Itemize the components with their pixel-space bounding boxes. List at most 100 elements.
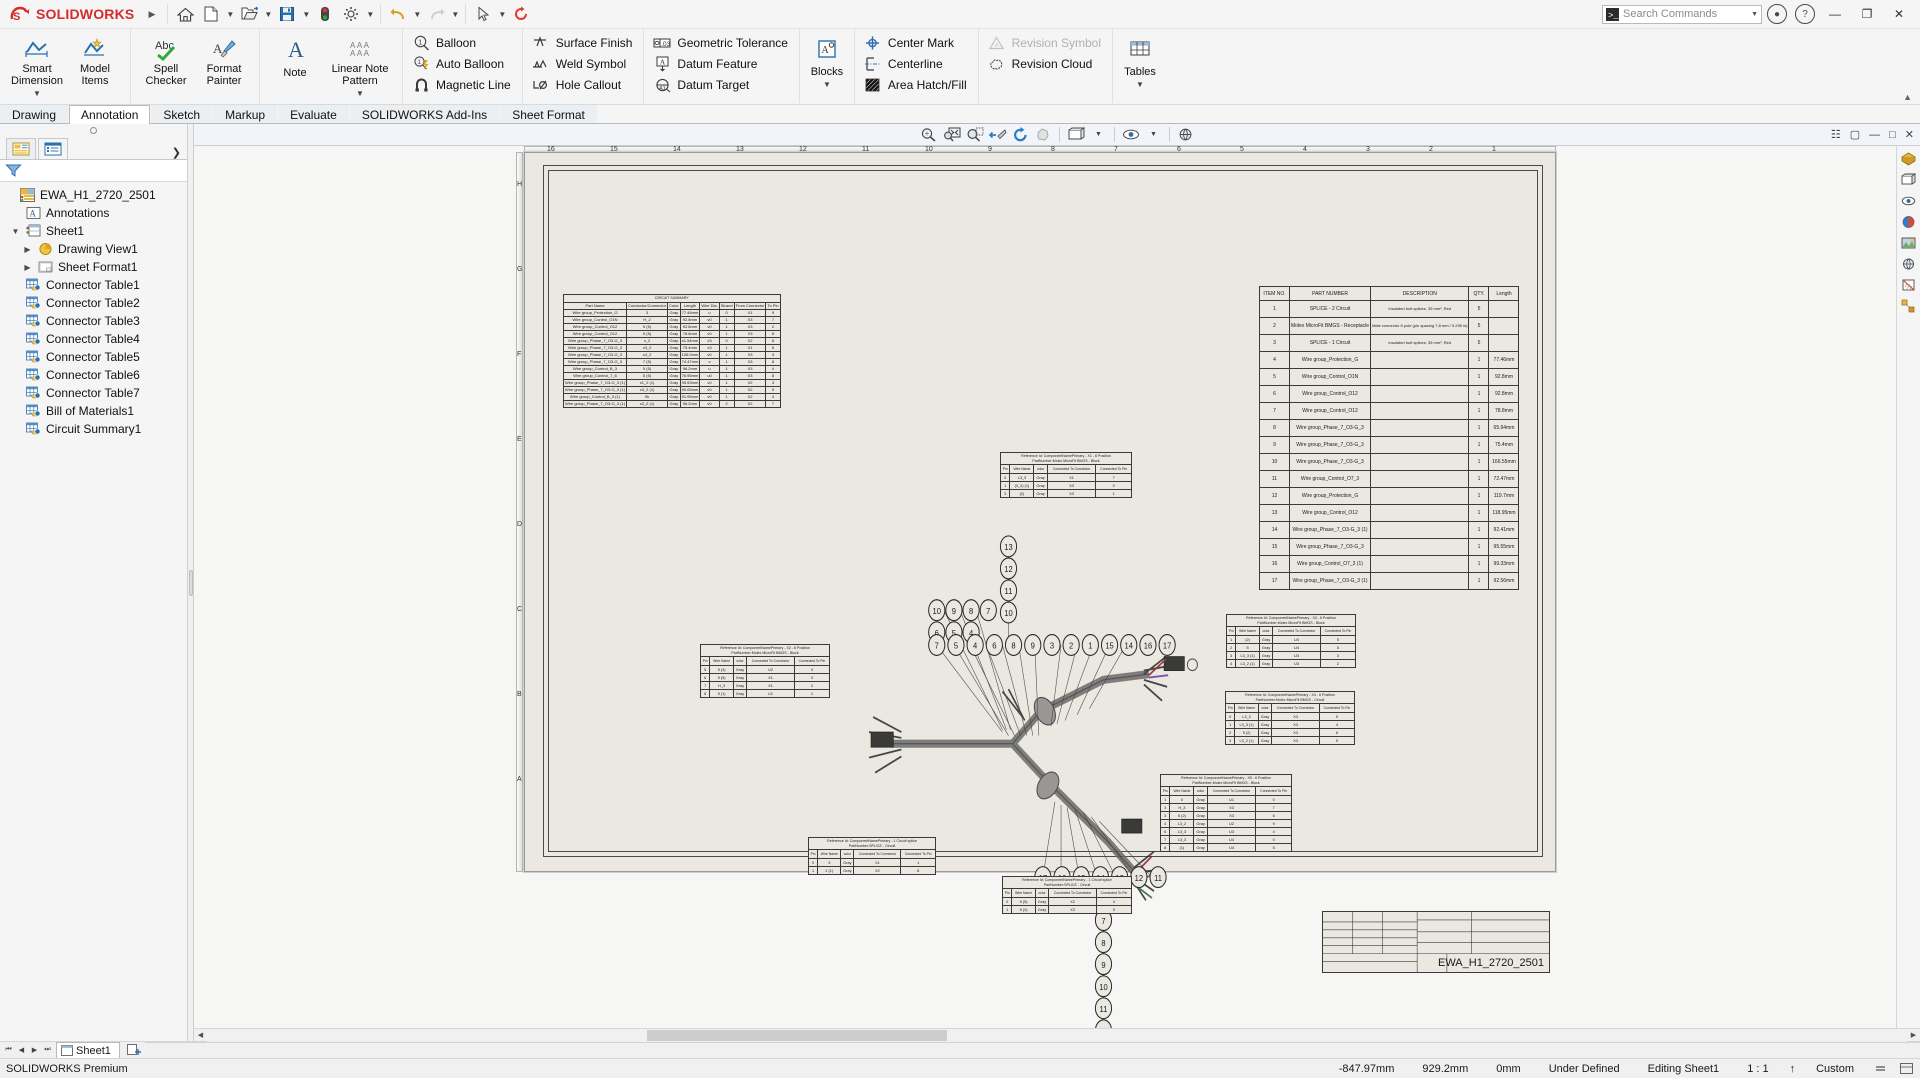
auto-balloon-button[interactable]: 1 Auto Balloon [409, 53, 509, 74]
display-style-dropdown[interactable]: ▼ [1088, 125, 1109, 144]
edit-appearance-icon[interactable] [1899, 213, 1918, 231]
options-dropdown[interactable]: ▼ [364, 2, 376, 26]
print-icon[interactable] [312, 2, 338, 26]
apply-scene-icon[interactable] [1899, 234, 1918, 252]
center-mark-button[interactable]: Center Mark [861, 32, 959, 53]
help-icon[interactable]: ? [1792, 2, 1818, 26]
ribbon-collapse-button[interactable]: ▲ [1903, 92, 1912, 102]
note-button[interactable]: A Note [266, 31, 324, 79]
weld-symbol-button[interactable]: Weld Symbol [529, 53, 631, 74]
tree-item-annotations[interactable]: AAnnotations [0, 204, 187, 222]
last-sheet-button[interactable]: ⏭ [41, 1043, 54, 1057]
graphics-area[interactable]: 16151413121110987654321 HGFEDCBA [194, 146, 1920, 1028]
tree-item-sheet1[interactable]: ▼Sheet1 [0, 222, 187, 240]
datum-feature-button[interactable]: A Datum Feature [650, 53, 762, 74]
tab-solidworks-addins[interactable]: SOLIDWORKS Add-Ins [350, 105, 499, 123]
search-dropdown-caret[interactable]: ▼ [1751, 11, 1758, 18]
linear-note-pattern-dropdown[interactable]: ▼ [356, 89, 364, 98]
area-hatch-fill-button[interactable]: Area Hatch/Fill [861, 74, 972, 95]
connector-table-x4[interactable]: Reference Id: ComponentNamePrimary - X4 … [1225, 691, 1355, 745]
surface-finish-button[interactable]: Surface Finish [529, 32, 638, 53]
section-view-icon[interactable] [1899, 276, 1918, 294]
hide-show-dropdown[interactable]: ▼ [1143, 125, 1164, 144]
format-painter-button[interactable]: A FormatPainter [195, 31, 253, 87]
tree-item-ewa-h1-2720-2501[interactable]: EWA_H1_2720_2501 [0, 186, 187, 204]
tree-item-connector-table2[interactable]: Connector Table2 [0, 294, 187, 312]
new-document-icon[interactable] [198, 2, 224, 26]
open-document-dropdown[interactable]: ▼ [262, 2, 274, 26]
view-settings-right-icon[interactable] [1899, 255, 1918, 273]
status-units[interactable]: Custom [1802, 1063, 1868, 1075]
hide-show-items-icon[interactable] [1120, 125, 1141, 144]
datum-target-button[interactable]: A1 Datum Target [650, 74, 754, 95]
status-units-dropdown-icon[interactable] [1868, 1064, 1893, 1074]
previous-view-icon[interactable] [987, 125, 1008, 144]
bill-of-materials-table[interactable]: ITEM NO.PART NUMBERDESCRIPTIONQTY.Length… [1259, 286, 1519, 590]
connector-table-x2[interactable]: Reference Id: ComponentNamePrimary - X2 … [700, 644, 830, 698]
tab-markup[interactable]: Markup [213, 105, 277, 123]
linear-note-pattern-button[interactable]: AAA AAA Linear NotePattern ▼ [324, 31, 396, 98]
balloon-marker[interactable]: 10 [1095, 976, 1111, 997]
balloon-marker[interactable]: 9 [1095, 954, 1111, 975]
connector-table-x6[interactable]: Reference Id: ComponentNamePrimary - 1 C… [808, 837, 936, 875]
tree-item-bill-of-materials1[interactable]: Bill of Materials1 [0, 402, 187, 420]
magnetic-line-button[interactable]: Magnetic Line [409, 74, 516, 95]
tree-item-connector-table7[interactable]: Connector Table7 [0, 384, 187, 402]
connector-table-x7[interactable]: Reference Id: ComponentNamePrimary - 1 C… [1002, 876, 1132, 914]
tree-twisty[interactable]: ▶ [22, 263, 33, 272]
tree-item-sheet-format1[interactable]: ▶Sheet Format1 [0, 258, 187, 276]
sheet-tab-sheet1[interactable]: Sheet1 [56, 1042, 120, 1058]
tree-item-connector-table3[interactable]: Connector Table3 [0, 312, 187, 330]
tab-evaluate[interactable]: Evaluate [278, 105, 349, 123]
scroll-right-arrow[interactable]: ▶ [1907, 1029, 1920, 1042]
doc-close-button[interactable]: ✕ [1903, 128, 1916, 141]
tree-item-connector-table4[interactable]: Connector Table4 [0, 330, 187, 348]
balloon-marker[interactable]: 12 [1095, 1020, 1111, 1028]
tab-drawing[interactable]: Drawing [0, 105, 68, 123]
add-sheet-button[interactable] [123, 1043, 145, 1057]
save-dropdown[interactable]: ▼ [300, 2, 312, 26]
view-settings-icon[interactable] [1175, 125, 1196, 144]
select-icon[interactable] [470, 2, 496, 26]
open-document-icon[interactable] [236, 2, 262, 26]
connector-table-x1[interactable]: Reference Id: ComponentNamePrimary - X1 … [1000, 452, 1132, 498]
rotate-view-icon[interactable] [1010, 125, 1031, 144]
options-gear-icon[interactable] [338, 2, 364, 26]
tree-twisty[interactable]: ▶ [22, 245, 33, 254]
titlebar-expand-caret[interactable]: ▶ [148, 9, 155, 20]
user-account-icon[interactable]: ● [1764, 2, 1790, 26]
display-style-right-icon[interactable] [1899, 171, 1918, 189]
doc-maximize-button[interactable]: □ [1887, 129, 1898, 141]
redo-icon[interactable] [423, 2, 449, 26]
smart-dimension-dropdown[interactable]: ▼ [33, 89, 41, 98]
save-icon[interactable] [274, 2, 300, 26]
balloon-button[interactable]: 1 Balloon [409, 32, 481, 53]
connector-table-x3[interactable]: Reference Id: ComponentNamePrimary - X3 … [1226, 614, 1356, 668]
balloon-marker[interactable]: 11 [1095, 998, 1111, 1019]
tile-windows-icon[interactable]: ☷ [1829, 128, 1843, 141]
home-icon[interactable] [172, 2, 198, 26]
balloon-marker[interactable]: 8 [1095, 932, 1111, 953]
tree-item-connector-table1[interactable]: Connector Table1 [0, 276, 187, 294]
spell-checker-button[interactable]: Abc SpellChecker [137, 31, 195, 87]
exploded-view-icon[interactable] [1899, 297, 1918, 315]
zoom-in-out-icon[interactable] [964, 125, 985, 144]
scroll-left-arrow[interactable]: ◀ [194, 1029, 207, 1042]
tab-annotation[interactable]: Annotation [69, 105, 150, 124]
hole-callout-button[interactable]: Hole Callout [529, 74, 626, 95]
first-sheet-button[interactable]: ⏮ [2, 1043, 15, 1057]
tree-item-circuit-summary1[interactable]: Circuit Summary1 [0, 420, 187, 438]
rebuild-icon[interactable] [508, 2, 534, 26]
search-input[interactable]: >_ Search Commands ▼ [1602, 5, 1762, 24]
maximize-button[interactable]: ❐ [1852, 2, 1882, 26]
undo-icon[interactable] [385, 2, 411, 26]
tree-item-connector-table5[interactable]: Connector Table5 [0, 348, 187, 366]
geometric-tolerance-button[interactable]: .03 Geometric Tolerance [650, 32, 793, 53]
zoom-to-fit-icon[interactable] [918, 125, 939, 144]
tree-item-drawing-view1[interactable]: ▶Drawing View1 [0, 240, 187, 258]
prev-sheet-button[interactable]: ◀ [15, 1043, 28, 1057]
tab-sketch[interactable]: Sketch [151, 105, 212, 123]
scroll-track[interactable] [207, 1029, 1907, 1042]
status-options-icon[interactable] [1893, 1063, 1920, 1074]
tables-button[interactable]: Tables ▼ [1119, 31, 1161, 89]
